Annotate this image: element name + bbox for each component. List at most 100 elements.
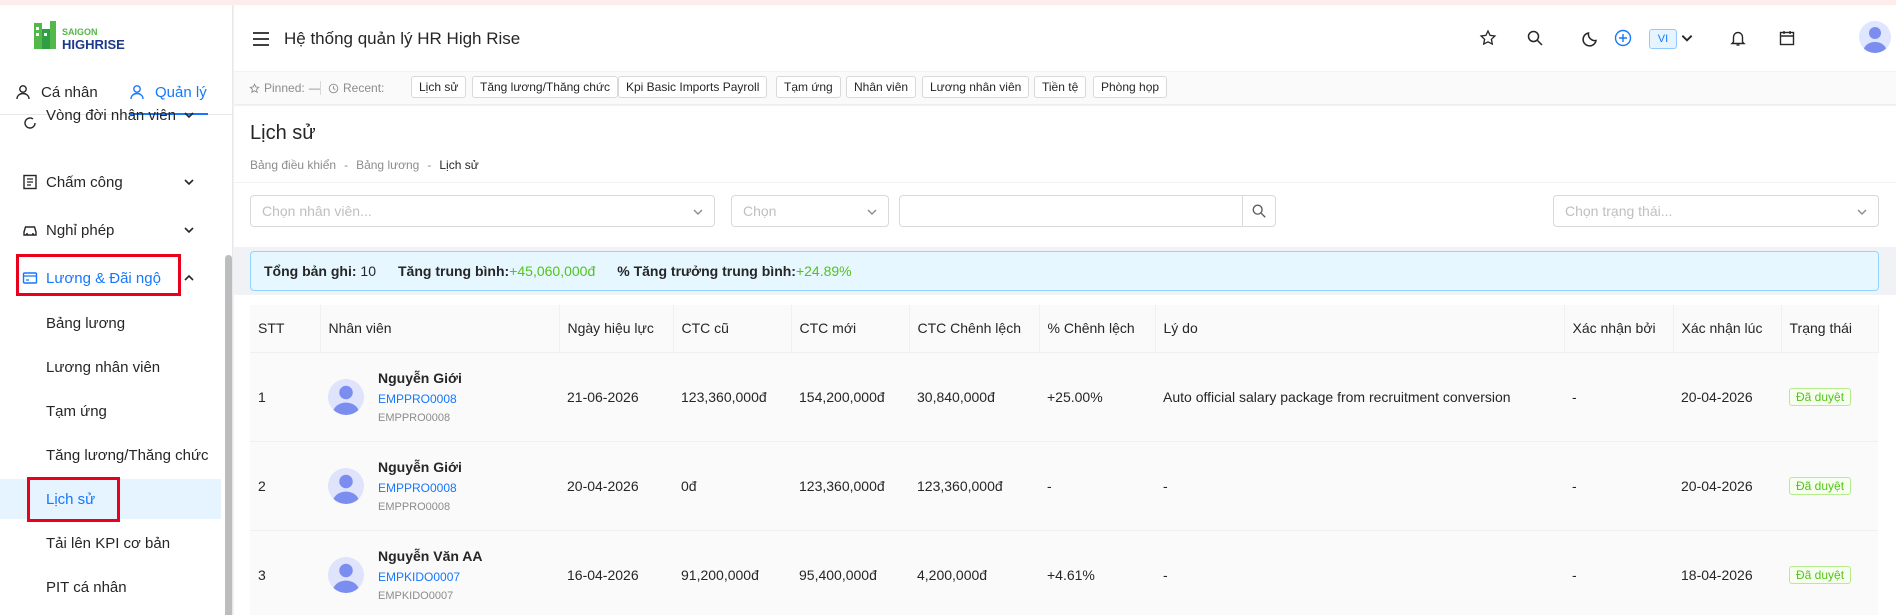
language-selector[interactable]: VI (1649, 29, 1677, 49)
employee-code-link[interactable]: EMPPRO0008 (378, 481, 462, 495)
submenu-employee-salary[interactable]: Lương nhân viên (0, 347, 221, 387)
recent-chip[interactable]: Lương nhân viên (922, 76, 1030, 98)
top-header: Hệ thống quản lý HR High Rise VI (234, 5, 1896, 71)
col-status[interactable]: Trạng thái (1781, 305, 1879, 353)
employee-avatar (328, 378, 364, 415)
choose-select-placeholder: Chọn (743, 203, 777, 219)
chevron-down-icon[interactable] (1680, 31, 1694, 45)
user-avatar[interactable] (1859, 21, 1891, 53)
company-logo: SAIGON HIGHRISE (34, 21, 125, 52)
breadcrumb-separator: - (427, 158, 432, 172)
cell-effective-date: 20-04-2026 (559, 441, 673, 531)
cell-pct-diff: - (1039, 441, 1155, 531)
brand-line2: HIGHRISE (62, 37, 125, 52)
submenu-personal-pit[interactable]: PIT cá nhân (0, 567, 221, 607)
dark-mode-icon[interactable] (1582, 29, 1600, 47)
table-row[interactable]: 1 Nguyễn Giới EMPPRO0008 EMPPRO0008 21-0… (250, 352, 1878, 442)
status-select[interactable]: Chọn trạng thái... (1553, 195, 1879, 227)
status-select-placeholder: Chọn trạng thái... (1565, 203, 1673, 219)
breadcrumb-payroll[interactable]: Bảng lương (356, 158, 419, 172)
search-button[interactable] (1242, 195, 1276, 227)
recent-chip[interactable]: Lịch sử (411, 76, 467, 98)
star-icon[interactable] (1479, 29, 1497, 47)
search-icon[interactable] (1526, 29, 1544, 47)
cell-ctc-diff: 4,200,000đ (909, 530, 1039, 615)
col-old-ctc[interactable]: CTC cũ (673, 305, 792, 353)
breadcrumb-separator: - (344, 158, 349, 172)
recent-chip[interactable]: Nhân viên (846, 76, 917, 98)
chevron-down-icon (1857, 209, 1867, 215)
stat-growth-label: % Tăng trưởng trung bình: (617, 263, 796, 279)
recent-chip[interactable]: Phòng họp (1093, 76, 1168, 98)
sidebar-scrollbar-thumb[interactable] (225, 255, 232, 615)
col-employee[interactable]: Nhân viên (320, 305, 560, 353)
star-icon (249, 82, 260, 93)
employee-code-link[interactable]: EMPPRO0008 (378, 392, 462, 406)
chevron-down-icon (184, 179, 194, 186)
submenu-kpi-upload[interactable]: Tải lên KPI cơ bản (0, 523, 221, 563)
col-stt[interactable]: STT (250, 305, 321, 353)
search-input[interactable] (899, 195, 1243, 227)
col-ctc-diff[interactable]: CTC Chênh lệch (909, 305, 1040, 353)
cell-stt: 3 (250, 530, 320, 615)
chevron-down-icon (867, 209, 877, 215)
submenu-advance[interactable]: Tạm ứng (0, 391, 221, 431)
chevron-down-icon (693, 209, 703, 215)
summary-stats: Tổng bản ghi: 10 Tăng trung bình:+45,060… (250, 251, 1879, 291)
col-pct-diff[interactable]: % Chênh lệch (1039, 305, 1156, 353)
recent-chip[interactable]: Tăng lương/Thăng chức (472, 76, 619, 98)
app-title: Hệ thống quản lý HR High Rise (284, 29, 521, 48)
avatar-icon (332, 385, 360, 415)
employee-code: EMPPRO0008 (378, 500, 451, 513)
menu-employee-lifecycle[interactable]: Vòng đời nhân viên (0, 109, 221, 137)
cell-confirmed-by: - (1564, 441, 1673, 531)
cycle-icon (24, 117, 36, 129)
col-reason[interactable]: Lý do (1155, 305, 1565, 353)
employee-avatar (328, 467, 364, 504)
chevron-down-icon (184, 112, 194, 119)
stat-growth: % Tăng trưởng trung bình:+24.89% (617, 263, 851, 279)
menu-attendance[interactable]: Chấm công (0, 160, 221, 204)
pinned-label: Pinned: (264, 81, 305, 95)
cell-pct-diff: +4.61% (1039, 530, 1155, 615)
breadcrumb-current: Lịch sử (439, 158, 479, 172)
col-effective-date[interactable]: Ngày hiệu lực (559, 305, 674, 353)
pinned-value: — (308, 81, 321, 95)
employee-code: EMPPRO0008 (378, 411, 451, 424)
cell-new-ctc: 123,360,000đ (791, 441, 909, 531)
submenu-history[interactable]: Lịch sử (0, 479, 221, 519)
table-row[interactable]: 2 Nguyễn Giới EMPPRO0008 EMPPRO0008 20-0… (250, 441, 1878, 531)
add-circle-icon[interactable] (1614, 29, 1632, 47)
submenu-payroll[interactable]: Bảng lương (0, 303, 221, 343)
calendar-icon[interactable] (1778, 29, 1796, 47)
bell-icon[interactable] (1729, 29, 1747, 47)
col-confirmed-by[interactable]: Xác nhận bởi (1564, 305, 1674, 353)
submenu-raise-promotion[interactable]: Tăng lương/Thăng chức (0, 435, 221, 475)
cell-status: Đã duyệt (1781, 352, 1878, 442)
cell-confirmed-at: 20-04-2026 (1673, 352, 1781, 442)
breadcrumb-dashboard[interactable]: Bảng điều khiển (250, 158, 336, 172)
recent-chip[interactable]: Tiền tệ (1034, 76, 1087, 98)
employee-code-link[interactable]: EMPKIDO0007 (378, 570, 483, 584)
cell-reason: - (1155, 441, 1564, 531)
menu-leave[interactable]: Nghỉ phép (0, 208, 221, 252)
table-row[interactable]: 3 Nguyễn Văn AA EMPKIDO0007 EMPKIDO0007 … (250, 530, 1878, 615)
cell-reason: Auto official salary package from recrui… (1155, 352, 1564, 442)
col-new-ctc[interactable]: CTC mới (791, 305, 910, 353)
col-confirmed-at[interactable]: Xác nhận lúc (1673, 305, 1782, 353)
employee-avatar (328, 556, 364, 593)
cell-old-ctc: 91,200,000đ (673, 530, 791, 615)
stat-total: Tổng bản ghi: 10 (264, 263, 376, 279)
choose-select[interactable]: Chọn (731, 195, 889, 227)
recent-chip[interactable]: Tạm ứng (776, 76, 841, 98)
cell-effective-date: 16-04-2026 (559, 530, 673, 615)
cell-employee: Nguyễn Văn AA EMPKIDO0007 EMPKIDO0007 (320, 530, 559, 615)
employee-select[interactable]: Chọn nhân viên... (250, 195, 715, 227)
employee-select-placeholder: Chọn nhân viên... (262, 203, 372, 219)
cell-ctc-diff: 123,360,000đ (909, 441, 1039, 531)
avatar-icon (332, 563, 360, 593)
menu-salary-benefits[interactable]: Lương & Đãi ngộ (0, 256, 221, 300)
menu-toggle-icon[interactable] (252, 31, 270, 47)
recent-chip[interactable]: Kpi Basic Imports Payroll (618, 76, 768, 98)
tab-manage-label: Quản lý (155, 83, 207, 101)
